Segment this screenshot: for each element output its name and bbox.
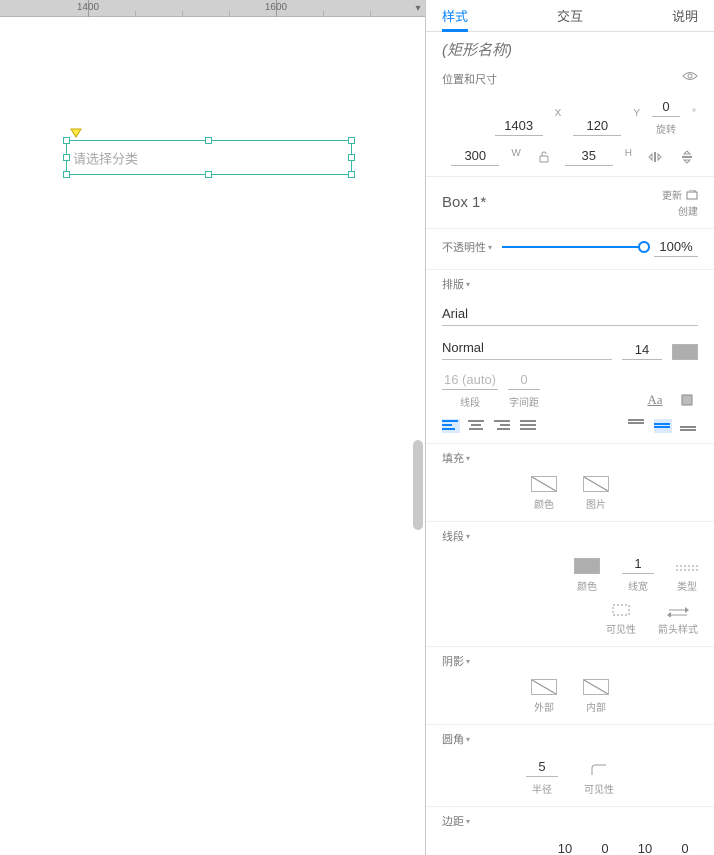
- h-align-group: [442, 419, 538, 433]
- section-stroke: 线段▾ 颜色 线宽 类型 可见性 箭头样式: [426, 522, 714, 647]
- resize-handle-nw[interactable]: [63, 137, 70, 144]
- canvas-scrollbar[interactable]: [413, 440, 423, 530]
- h-input[interactable]: [565, 146, 613, 166]
- w-label: W: [509, 148, 522, 165]
- y-input[interactable]: [573, 116, 621, 136]
- applied-style-name: Box 1*: [442, 194, 486, 211]
- arrow-style-icon[interactable]: [667, 607, 689, 617]
- section-corner: 圆角▾ 半径 可见性: [426, 725, 714, 807]
- fill-image-swatch[interactable]: [583, 476, 609, 492]
- padding-left-input[interactable]: [552, 839, 578, 855]
- ruler-tick-1600: 1600: [265, 2, 287, 13]
- section-applied-style: Box 1* 更新 创建: [426, 177, 714, 229]
- resize-handle-ne[interactable]: [348, 137, 355, 144]
- x-label: X: [553, 108, 564, 125]
- resize-handle-s[interactable]: [205, 171, 212, 178]
- v-align-group: [628, 419, 698, 433]
- padding-top-input[interactable]: [592, 839, 618, 855]
- font-color-swatch[interactable]: [672, 344, 698, 360]
- fill-color-swatch[interactable]: [531, 476, 557, 492]
- shape-placeholder-text: 请选择分类: [73, 148, 138, 167]
- align-justify-icon[interactable]: [520, 419, 538, 433]
- resize-handle-sw[interactable]: [63, 171, 70, 178]
- section-shadow: 阴影▾ 外部 内部: [426, 647, 714, 725]
- padding-right-input[interactable]: [632, 839, 658, 855]
- style-update-button[interactable]: 更新: [662, 187, 682, 202]
- opacity-slider-thumb[interactable]: [638, 241, 650, 253]
- valign-middle-icon[interactable]: [654, 419, 672, 433]
- opacity-slider[interactable]: [502, 246, 644, 248]
- section-fill: 填充▾ 颜色 图片: [426, 444, 714, 522]
- inspector-panel: 样式 交互 说明 位置和尺寸 X Y 旋转 ° W H: [425, 0, 714, 855]
- line-height-input[interactable]: [442, 370, 498, 390]
- resize-handle-se[interactable]: [348, 171, 355, 178]
- resize-handle-e[interactable]: [348, 154, 355, 161]
- lock-aspect-icon[interactable]: [533, 148, 555, 166]
- padding-bottom-input[interactable]: [672, 839, 698, 855]
- y-label: Y: [631, 108, 642, 125]
- style-manage-icon[interactable]: [686, 190, 698, 200]
- shadow-inner-swatch[interactable]: [583, 679, 609, 695]
- corner-visibility-icon[interactable]: [590, 763, 608, 777]
- shadow-outer-swatch[interactable]: [531, 679, 557, 695]
- font-size-input[interactable]: [622, 340, 662, 360]
- x-input[interactable]: [495, 116, 543, 136]
- align-center-icon[interactable]: [468, 419, 486, 433]
- ruler-horizontal: 1400 1600 ▾: [0, 0, 425, 17]
- visibility-eye-icon[interactable]: [682, 71, 698, 81]
- align-left-icon[interactable]: [442, 419, 460, 433]
- tab-style[interactable]: 样式: [442, 6, 468, 25]
- section-opacity: 不透明性▾: [426, 229, 714, 270]
- resize-handle-n[interactable]: [205, 137, 212, 144]
- valign-top-icon[interactable]: [628, 419, 646, 433]
- text-extras-icon[interactable]: [676, 391, 698, 409]
- section-position-size: 位置和尺寸 X Y 旋转 ° W H: [426, 65, 714, 177]
- font-family-select[interactable]: [442, 302, 698, 326]
- note-marker-icon[interactable]: [70, 128, 82, 138]
- letter-spacing-input[interactable]: [508, 370, 540, 390]
- ruler-menu-icon[interactable]: ▾: [411, 0, 425, 17]
- canvas-pane[interactable]: 1400 1600 ▾ 请选择分类: [0, 0, 425, 855]
- selected-shape[interactable]: 请选择分类: [66, 140, 352, 175]
- flip-v-icon[interactable]: [676, 148, 698, 166]
- deg-symbol: °: [690, 108, 698, 125]
- valign-bottom-icon[interactable]: [680, 419, 698, 433]
- tab-notes[interactable]: 说明: [672, 6, 698, 25]
- w-input[interactable]: [451, 146, 499, 166]
- section-title-pos: 位置和尺寸: [442, 71, 497, 87]
- section-padding: 边距▾ 左侧 顶部 右侧 底部: [426, 807, 714, 855]
- text-case-icon[interactable]: Aa: [644, 391, 666, 409]
- ruler-tick-1400: 1400: [77, 2, 99, 13]
- stroke-width-input[interactable]: [622, 554, 654, 574]
- h-label: H: [623, 148, 634, 165]
- rotation-input[interactable]: [652, 97, 680, 117]
- stroke-visibility-icon[interactable]: [611, 603, 631, 617]
- font-weight-select[interactable]: [442, 336, 612, 360]
- stroke-color-swatch[interactable]: [574, 558, 600, 574]
- resize-handle-w[interactable]: [63, 154, 70, 161]
- style-create-button[interactable]: 创建: [678, 203, 698, 218]
- stroke-type-icon[interactable]: [676, 564, 698, 574]
- inspector-tabs: 样式 交互 说明: [426, 0, 714, 32]
- opacity-input[interactable]: [654, 237, 698, 257]
- shape-name-input[interactable]: [442, 42, 698, 59]
- flip-h-icon[interactable]: [644, 148, 666, 166]
- tab-interact[interactable]: 交互: [557, 6, 583, 25]
- corner-radius-input[interactable]: [526, 757, 558, 777]
- align-right-icon[interactable]: [494, 419, 512, 433]
- section-typography: 排版▾ 线段 字间距 Aa: [426, 270, 714, 444]
